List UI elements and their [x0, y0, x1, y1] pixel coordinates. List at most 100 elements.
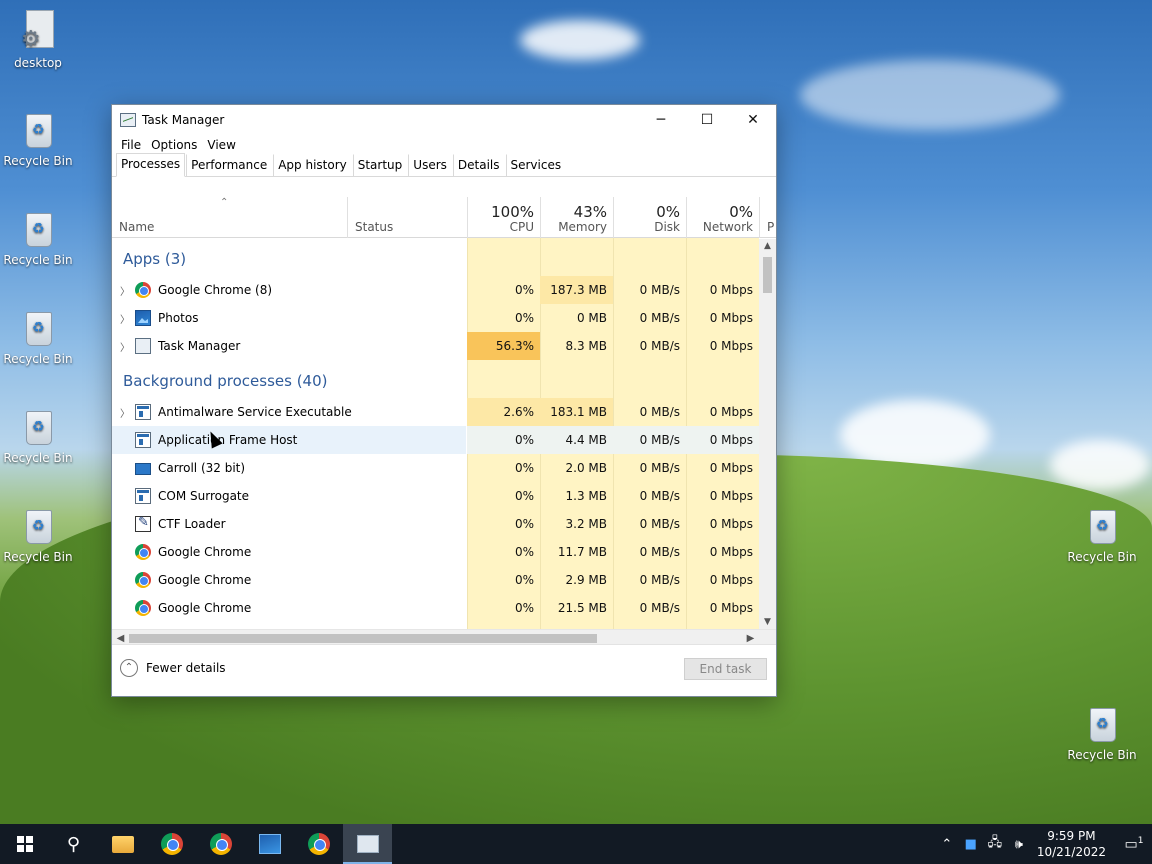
clock[interactable]: 9:59 PM 10/21/2022 [1037, 828, 1106, 860]
scroll-up-icon[interactable]: ▲ [759, 241, 776, 251]
column-header-cpu[interactable]: 100% CPU [467, 197, 540, 238]
desktop-folder-icon[interactable]: desktop [0, 8, 76, 70]
app-tray-icon[interactable]: ■ [959, 837, 983, 852]
taskbar-chrome[interactable] [147, 824, 196, 864]
notification-center-button[interactable]: ▭1 [1116, 836, 1152, 853]
disk-cell: 0 MB/s [639, 545, 680, 559]
chevron-up-icon: ⌃ [120, 659, 138, 677]
network-icon[interactable]: 🖧 [983, 833, 1007, 855]
menu-view[interactable]: View [202, 138, 240, 152]
network-cell: 0 Mbps [709, 573, 753, 587]
network-cell: 0 Mbps [709, 489, 753, 503]
table-row[interactable]: Google Chrome 0% 2.9 MB 0 MB/s 0 Mbps [112, 566, 758, 594]
tab-details[interactable]: Details [452, 154, 505, 176]
tab-processes[interactable]: Processes [116, 153, 186, 177]
end-task-button[interactable]: End task [684, 658, 767, 680]
cpu-cell: 0% [514, 461, 534, 475]
process-grid: ⌃ Name Status 100% CPU 43% Memory 0% Dis… [112, 197, 776, 645]
search-button[interactable]: ⚲ [49, 824, 98, 864]
column-header-network[interactable]: 0% Network [686, 197, 759, 238]
taskbar-photos[interactable] [245, 824, 294, 864]
expand-chevron-icon[interactable]: 〉 [115, 311, 135, 326]
clock-time: 9:59 PM [1047, 829, 1096, 843]
column-header-memory[interactable]: 43% Memory [540, 197, 613, 238]
cpu-cell: 0% [514, 489, 534, 503]
memory-cell: 187.3 MB [540, 276, 613, 304]
expand-chevron-icon[interactable]: 〉 [115, 283, 135, 298]
taskbar: ⚲ ⌃ ■ 🖧 🕪 9:59 PM 10/21/2022 ▭1 [0, 824, 1152, 864]
taskbar-file-explorer[interactable] [98, 824, 147, 864]
tab-performance[interactable]: Performance [186, 154, 272, 176]
column-header-name[interactable]: Name [112, 197, 347, 238]
network-cell: 0 Mbps [709, 283, 753, 297]
network-cell: 0 Mbps [709, 311, 753, 325]
tab-app-history[interactable]: App history [273, 154, 352, 176]
vertical-scroll-thumb[interactable] [763, 257, 772, 293]
scroll-down-icon[interactable]: ▼ [759, 617, 776, 627]
maximize-button[interactable]: ☐ [684, 105, 730, 135]
tab-strip: Processes Performance App history Startu… [112, 153, 776, 177]
process-name: Google Chrome [158, 573, 252, 587]
notification-count: 1 [1137, 835, 1144, 846]
table-row[interactable]: Carroll (32 bit) 0% 2.0 MB 0 MB/s 0 Mbps [112, 454, 758, 482]
menu-file[interactable]: File [116, 138, 146, 152]
table-row[interactable]: Google Chrome 0% 21.5 MB 0 MB/s 0 Mbps [112, 594, 758, 622]
expand-chevron-icon[interactable]: 〉 [115, 339, 135, 354]
table-row[interactable]: 〉 Photos 0% 0 MB 0 MB/s 0 Mbps [112, 304, 758, 332]
horizontal-scroll-thumb[interactable] [129, 634, 597, 643]
memory-cell: 0 MB [576, 311, 607, 325]
process-name: Antimalware Service Executable [158, 405, 352, 419]
chrome-icon [135, 544, 151, 560]
table-row[interactable]: 〉 Task Manager 56.3% 8.3 MB 0 MB/s 0 Mbp… [112, 332, 758, 360]
menu-options[interactable]: Options [146, 138, 202, 152]
column-header-disk[interactable]: 0% Disk [613, 197, 686, 238]
vertical-scrollbar[interactable]: ▲ ▼ [759, 239, 776, 629]
search-icon: ⚲ [66, 833, 81, 855]
recycle-bin-glyph-icon [1082, 700, 1122, 744]
fewer-details-button[interactable]: ⌃ Fewer details [120, 659, 226, 677]
taskbar-chrome-profile-2[interactable] [294, 824, 343, 864]
column-header-power[interactable]: P [759, 197, 776, 238]
chrome-icon [135, 600, 151, 616]
expand-chevron-icon[interactable]: 〉 [115, 405, 135, 420]
network-cell: 0 Mbps [709, 545, 753, 559]
chrome-icon [307, 833, 330, 855]
taskbar-chrome-profile[interactable] [196, 824, 245, 864]
recycle-bin-icon[interactable]: Recycle Bin [0, 106, 76, 168]
recycle-bin-icon[interactable]: Recycle Bin [0, 502, 76, 564]
taskbar-task-manager[interactable] [343, 824, 392, 864]
tab-services[interactable]: Services [505, 154, 567, 176]
recycle-bin-icon[interactable]: Recycle Bin [0, 304, 76, 366]
start-button[interactable] [0, 824, 49, 864]
table-row[interactable]: COM Surrogate 0% 1.3 MB 0 MB/s 0 Mbps [112, 482, 758, 510]
chevron-up-icon[interactable]: ⌃ [935, 837, 959, 852]
process-name: CTF Loader [158, 517, 226, 531]
disk-cell: 0 MB/s [639, 601, 680, 615]
volume-icon[interactable]: 🕪 [1007, 837, 1031, 852]
document-gear-icon [18, 8, 58, 52]
window-process-icon [135, 432, 151, 448]
recycle-bin-icon[interactable]: Recycle Bin [0, 403, 76, 465]
recycle-bin-icon[interactable]: Recycle Bin [0, 205, 76, 267]
memory-cell: 8.3 MB [565, 339, 607, 353]
title-bar[interactable]: Task Manager ─ ☐ ✕ [112, 105, 776, 135]
recycle-bin-icon[interactable]: Recycle Bin [1064, 502, 1140, 564]
table-row[interactable]: Google Chrome 0% 11.7 MB 0 MB/s 0 Mbps [112, 538, 758, 566]
minimize-button[interactable]: ─ [638, 105, 684, 135]
cpu-cell: 0% [514, 311, 534, 325]
column-header-status[interactable]: Status [347, 197, 467, 238]
recycle-bin-glyph-icon [18, 106, 58, 150]
window-process-icon [135, 404, 151, 420]
table-row[interactable]: 〉 Google Chrome (8) 0% 187.3 MB 0 MB/s 0… [112, 276, 758, 304]
tab-users[interactable]: Users [408, 154, 452, 176]
process-name: Application Frame Host [158, 433, 298, 447]
window-process-icon [135, 488, 151, 504]
task-manager-icon [135, 338, 151, 354]
tab-startup[interactable]: Startup [352, 154, 408, 176]
table-row[interactable]: CTF Loader 0% 3.2 MB 0 MB/s 0 Mbps [112, 510, 758, 538]
table-row[interactable]: 〉 Antimalware Service Executable 2.6% 18… [112, 398, 758, 426]
folder-icon [111, 835, 134, 853]
disk-cell: 0 MB/s [639, 405, 680, 419]
recycle-bin-icon[interactable]: Recycle Bin [1064, 700, 1140, 762]
close-button[interactable]: ✕ [730, 105, 776, 135]
